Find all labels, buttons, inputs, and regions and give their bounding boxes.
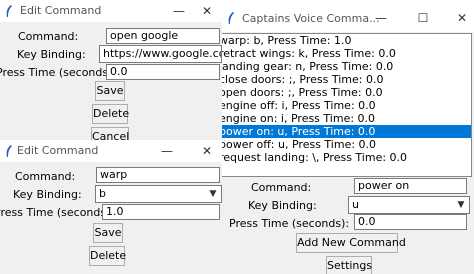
command-list[interactable]: warp: b, Press Time: 1.0 retract wings: …: [222, 33, 472, 177]
key-binding-select[interactable]: https://www.google.co: [99, 45, 222, 63]
minimize-icon[interactable]: —: [170, 2, 188, 20]
minimize-icon[interactable]: —: [158, 142, 176, 160]
press-time-label: Press Time (seconds):: [0, 206, 115, 219]
list-item[interactable]: landing gear: n, Press Time: 0.0: [222, 60, 471, 73]
key-binding-label: Key Binding:: [248, 199, 317, 212]
list-item[interactable]: power off: u, Press Time: 0.0: [222, 138, 471, 151]
feather-icon: [6, 5, 12, 17]
list-item[interactable]: open doors: ;, Press Time: 0.0: [222, 86, 471, 99]
close-icon[interactable]: ✕: [198, 142, 216, 160]
list-item-selected[interactable]: power on: u, Press Time: 0.0: [222, 125, 471, 138]
chevron-down-icon[interactable]: ▼: [455, 197, 467, 213]
command-label: Command:: [15, 170, 76, 183]
command-input[interactable]: power on: [354, 178, 467, 194]
window-title: Edit Command: [17, 144, 99, 157]
close-icon[interactable]: ✕: [198, 2, 216, 20]
key-binding-value: b: [99, 187, 106, 200]
feather-icon: [228, 12, 234, 24]
minimize-icon[interactable]: —: [372, 9, 390, 27]
cancel-button[interactable]: Cancel: [91, 127, 129, 140]
list-item[interactable]: retract wings: k, Press Time: 0.0: [222, 47, 471, 60]
press-time-input[interactable]: 0.0: [106, 64, 220, 80]
feather-icon: [6, 145, 12, 157]
close-icon[interactable]: ✕: [453, 9, 471, 27]
command-label: Command:: [251, 181, 312, 194]
command-label: Command:: [18, 30, 79, 43]
add-new-command-button[interactable]: Add New Command: [296, 233, 406, 253]
settings-button[interactable]: Settings: [326, 256, 372, 274]
command-input[interactable]: open google: [106, 28, 220, 44]
delete-button[interactable]: Delete: [92, 104, 129, 124]
delete-button[interactable]: Delete: [89, 246, 126, 266]
key-binding-label: Key Binding:: [17, 48, 86, 61]
title-bar[interactable]: Edit Command — ✕: [0, 0, 222, 22]
list-item[interactable]: request landing: \, Press Time: 0.0: [222, 151, 471, 164]
list-item[interactable]: warp: b, Press Time: 1.0: [222, 34, 471, 47]
title-bar[interactable]: Captains Voice Comma... — ☐ ✕: [222, 0, 474, 32]
key-binding-select[interactable]: b ▼: [95, 185, 222, 203]
list-item[interactable]: engine off: i, Press Time: 0.0: [222, 99, 471, 112]
command-input[interactable]: warp: [96, 167, 220, 183]
press-time-input[interactable]: 1.0: [102, 204, 220, 220]
edit-command-window-2: Edit Command — ✕ Command: warp Key Bindi…: [0, 140, 222, 274]
main-window: Captains Voice Comma... — ☐ ✕ warp: b, P…: [222, 0, 474, 274]
key-binding-select[interactable]: u ▼: [348, 196, 470, 214]
list-item[interactable]: close doors: ;, Press Time: 0.0: [222, 73, 471, 86]
window-title: Captains Voice Comma...: [242, 12, 380, 25]
maximize-icon[interactable]: ☐: [414, 9, 432, 27]
edit-command-window-1: Edit Command — ✕ Command: open google Ke…: [0, 0, 222, 140]
save-button[interactable]: Save: [95, 81, 125, 101]
key-binding-value: https://www.google.co: [103, 47, 222, 60]
save-button[interactable]: Save: [93, 223, 123, 243]
press-time-label: Press Time (seconds):: [229, 217, 350, 230]
press-time-label: Press Time (seconds):: [0, 66, 117, 79]
chevron-down-icon[interactable]: ▼: [207, 186, 219, 202]
key-binding-label: Key Binding:: [13, 188, 82, 201]
title-bar[interactable]: Edit Command — ✕: [0, 140, 222, 162]
window-title: Edit Command: [20, 4, 102, 17]
press-time-input[interactable]: 0.0: [354, 214, 467, 230]
key-binding-value: u: [352, 198, 359, 211]
list-item[interactable]: engine on: i, Press Time: 0.0: [222, 112, 471, 125]
